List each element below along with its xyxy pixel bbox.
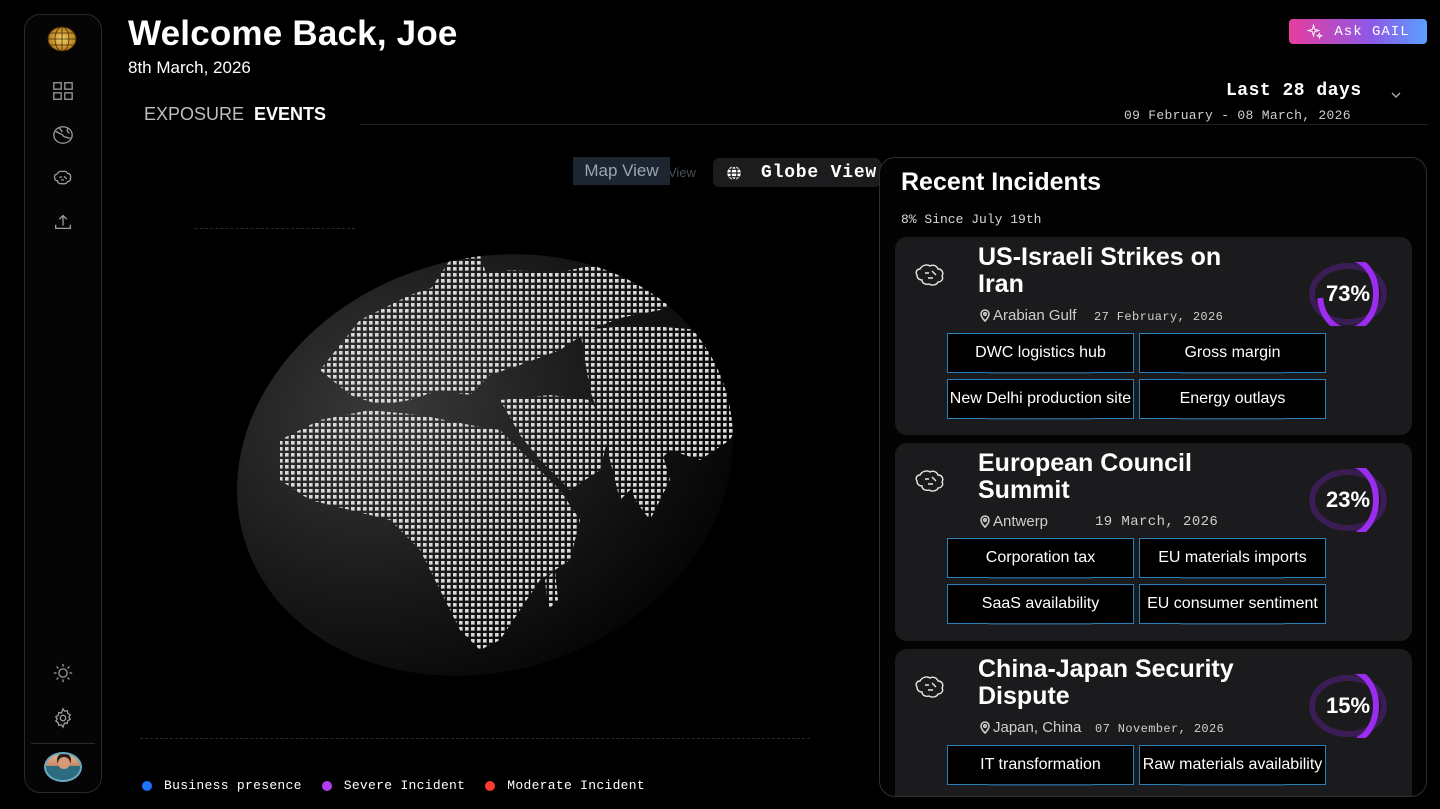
incident-card[interactable]: China-Japan Security Dispute Japan, Chin… — [895, 649, 1412, 796]
incident-card[interactable]: European Council Summit Antwerp 19 March… — [895, 443, 1412, 641]
legend-item-business: Business presence — [142, 778, 302, 793]
brand-logo[interactable] — [47, 25, 77, 53]
current-date: 8th March, 2026 — [128, 58, 251, 77]
location-pin-icon — [980, 309, 990, 322]
incident-card[interactable]: US-Israeli Strikes on Iran Arabian Gulf … — [895, 237, 1412, 435]
blue-dot-icon — [142, 780, 152, 791]
impact-tag[interactable]: Raw materials availability — [1139, 745, 1326, 786]
sparkle-icon — [1306, 22, 1324, 39]
brain-icon — [913, 465, 949, 495]
ask-gail-button[interactable]: Ask GAIL — [1289, 19, 1427, 44]
globe-view-button[interactable]: Globe View — [713, 158, 881, 187]
sun-icon[interactable] — [51, 661, 75, 685]
impact-tag[interactable]: New Delhi production site — [947, 379, 1134, 420]
legend-item-severe: Severe Incident — [321, 778, 466, 793]
globe-icon[interactable] — [51, 123, 75, 147]
severity-percent: 15% — [1325, 693, 1371, 718]
brain-icon — [913, 671, 949, 701]
impact-tag[interactable]: Corporation tax — [947, 538, 1134, 579]
panel-subtitle: 8% Since July 19th — [901, 212, 1042, 227]
upload-icon[interactable] — [51, 210, 75, 234]
impact-tag[interactable]: SaaS availability — [947, 584, 1134, 625]
date-range-subtitle: 09 February - 08 March, 2026 — [1124, 108, 1351, 123]
legend-label: Business presence — [164, 778, 302, 793]
brain-icon — [913, 259, 949, 289]
impact-tag[interactable]: Gross margin — [1139, 333, 1326, 374]
impact-tag[interactable]: Energy outlays — [1139, 379, 1326, 420]
severity-percent: 23% — [1325, 487, 1371, 512]
globe-view-label: Globe View — [761, 162, 878, 183]
incident-location: Japan, China — [979, 719, 1081, 736]
red-dot-icon — [485, 780, 496, 791]
header-divider — [360, 124, 1428, 125]
view-ghost-label: View — [668, 165, 696, 180]
panel-title: Recent Incidents — [901, 168, 1102, 196]
tab-exposure[interactable]: EXPOSURE — [144, 104, 244, 125]
incident-title: China-Japan Security Dispute — [978, 655, 1234, 710]
user-avatar[interactable] — [44, 752, 82, 782]
map-legend: Business presence Severe Incident Modera… — [142, 778, 645, 793]
location-pin-icon — [980, 515, 990, 528]
chevron-down-icon[interactable] — [1390, 88, 1404, 102]
tab-events[interactable]: EVENTS — [254, 104, 326, 125]
incident-location: Antwerp — [979, 513, 1048, 530]
recent-incidents-panel[interactable]: Recent Incidents 8% Since July 19th US-I… — [879, 157, 1427, 797]
page-title: Welcome Back, Joe — [128, 14, 458, 53]
legend-label: Severe Incident — [343, 778, 466, 793]
impact-tag[interactable]: EU materials imports — [1139, 538, 1326, 579]
incident-date: 19 March, 2026 — [1095, 514, 1219, 530]
globe-svg — [237, 254, 750, 676]
severity-percent: 73% — [1325, 281, 1371, 306]
globe-icon — [727, 165, 741, 180]
map-view-button[interactable]: Map View — [573, 157, 670, 185]
legend-label: Moderate Incident — [507, 778, 645, 793]
ask-gail-label: Ask GAIL — [1334, 23, 1410, 40]
dashboard-grid-icon[interactable] — [51, 79, 75, 103]
incident-title: US-Israeli Strikes on Iran — [978, 243, 1222, 298]
sidebar-divider — [31, 743, 95, 744]
purple-dot-icon — [321, 780, 332, 791]
incident-date: 27 February, 2026 — [1094, 310, 1224, 324]
impact-tag[interactable]: EU consumer sentiment — [1139, 584, 1326, 625]
legend-item-moderate: Moderate Incident — [485, 778, 645, 793]
globe-visualization[interactable] — [140, 200, 860, 760]
incident-location: Arabian Gulf — [979, 307, 1076, 324]
incident-title: European Council Summit — [978, 449, 1192, 504]
gear-icon[interactable] — [51, 706, 75, 730]
location-pin-icon — [980, 721, 990, 734]
impact-tag[interactable]: IT transformation — [947, 745, 1134, 786]
sidebar — [24, 14, 102, 793]
incident-date: 07 November, 2026 — [1095, 722, 1225, 736]
date-range-title[interactable]: Last 28 days — [1226, 81, 1362, 101]
brain-icon[interactable] — [51, 166, 75, 190]
impact-tag[interactable]: DWC logistics hub — [947, 333, 1134, 374]
